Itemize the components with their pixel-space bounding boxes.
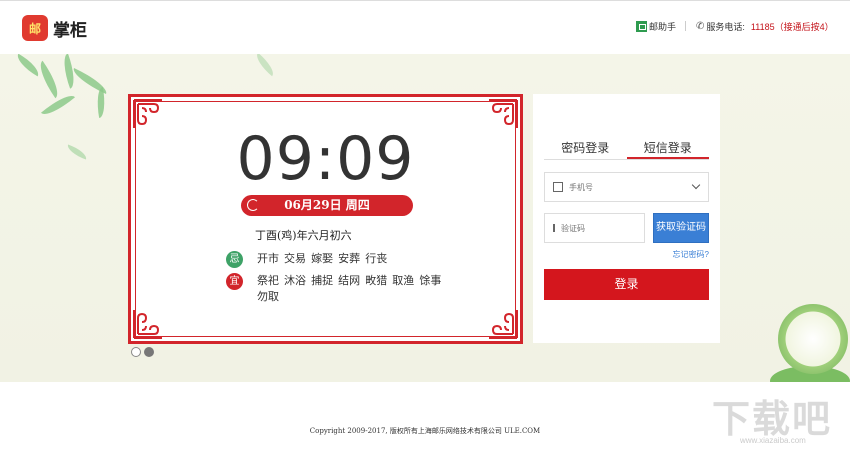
bamboo-leaf-decoration	[252, 54, 278, 77]
avoid-text: 开市 交易 嫁娶 安葬 行丧	[257, 253, 388, 265]
clock-time: 09:09	[236, 124, 415, 194]
header: 邮 掌柜 邮助手 ✆ 服务电话: 11185（接通后按4）	[0, 0, 850, 53]
forgot-password-link[interactable]: 忘记密码?	[673, 249, 709, 260]
chevron-down-icon[interactable]	[691, 180, 701, 190]
code-field[interactable]	[544, 213, 671, 243]
logo-badge-icon: 邮	[22, 15, 48, 41]
get-code-button[interactable]: 获取验证码	[653, 213, 709, 243]
lunar-date: 丁酉(鸡)年六月初六	[255, 229, 352, 242]
helper-app-icon	[636, 21, 647, 32]
date-pill: 06月29日 周四	[241, 195, 413, 216]
mail-icon	[553, 224, 555, 232]
helper-label: 邮助手	[649, 22, 677, 32]
service-number: 11185（接通后按4）	[750, 22, 834, 32]
login-tabs: 密码登录 短信登录	[544, 140, 709, 160]
bamboo-leaf-decoration	[33, 60, 65, 99]
logo-text: 掌柜	[53, 20, 87, 41]
carousel-dots	[131, 347, 157, 357]
suitable-text: 祭祀 沐浴 捕捉 结网 畋猎 取渔 馀事勿取	[257, 275, 442, 303]
phone-field[interactable]	[544, 172, 709, 202]
suitable-row: 宜 祭祀 沐浴 捕捉 结网 畋猎 取渔 馀事勿取	[226, 273, 447, 305]
header-divider	[685, 21, 686, 31]
suitable-badge: 宜	[226, 273, 243, 290]
bamboo-leaf-decoration	[13, 54, 43, 77]
bamboo-leaf-decoration	[40, 89, 76, 121]
helper-link[interactable]: 邮助手	[636, 20, 676, 33]
ornament-corner-icon	[133, 310, 162, 339]
watermark-url: www.xiazaiba.com	[740, 436, 806, 445]
logo[interactable]: 邮 掌柜	[22, 15, 87, 41]
service-phone: ✆ 服务电话: 11185（接通后按4）	[696, 20, 834, 33]
ornament-corner-icon	[489, 310, 518, 339]
tab-sms-login[interactable]: 短信登录	[626, 140, 709, 159]
phone-icon	[553, 182, 563, 192]
lotus-flower-decoration	[778, 304, 848, 374]
watermark-logo: 下载吧	[712, 397, 833, 441]
phone-input[interactable]	[569, 182, 679, 192]
login-panel: 密码登录 短信登录 获取验证码 忘记密码? 登录	[533, 94, 720, 343]
bamboo-leaf-decoration	[69, 68, 111, 94]
tab-password-login[interactable]: 密码登录	[544, 140, 627, 159]
carousel-dot[interactable]	[131, 347, 141, 357]
avoid-badge: 忌	[226, 251, 243, 268]
avoid-row: 忌 开市 交易 嫁娶 安葬 行丧	[226, 251, 447, 268]
service-label: 服务电话:	[706, 22, 745, 32]
carousel-dot-active[interactable]	[144, 347, 154, 357]
bamboo-leaf-decoration	[65, 144, 89, 160]
phone-icon: ✆	[696, 21, 705, 32]
calendar-card: 09:09 06月29日 周四 丁酉(鸡)年六月初六 忌 开市 交易 嫁娶 安葬…	[128, 94, 523, 344]
login-button[interactable]: 登录	[544, 269, 709, 300]
